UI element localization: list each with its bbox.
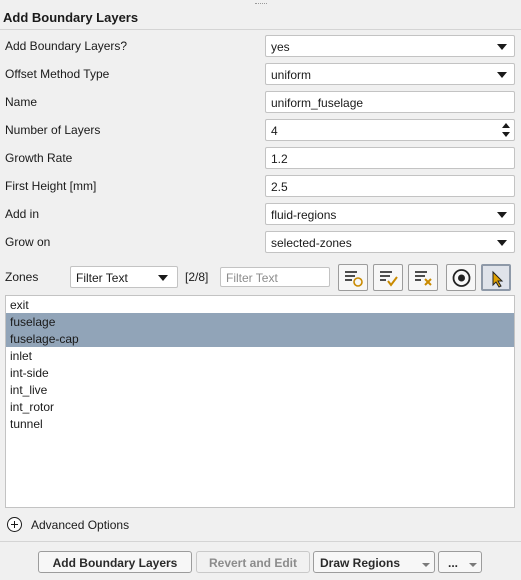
pointer-select-button[interactable] (481, 264, 511, 291)
chevron-down-icon (422, 563, 430, 567)
dropdown-value: Filter Text (76, 271, 128, 285)
advanced-options-label: Advanced Options (31, 518, 130, 532)
field-label: Name (5, 95, 38, 109)
filter-mode-dropdown[interactable]: Filter Text (70, 266, 178, 288)
input-placeholder: Filter Text (226, 271, 278, 285)
zone-list-item[interactable]: int_live (6, 381, 514, 398)
select-all-icon (345, 271, 363, 287)
draw-regions-button[interactable]: Draw Regions (313, 551, 435, 573)
revert-and-edit-button[interactable]: Revert and Edit (196, 551, 310, 573)
field-label: First Height [mm] (5, 179, 97, 193)
field-add-boundary-layers: Add Boundary Layers? yes (0, 34, 521, 60)
grow-on-dropdown[interactable]: selected-zones (265, 231, 515, 253)
deselect-icon (415, 271, 432, 286)
number-of-layers-spinner[interactable]: 4 (265, 119, 515, 141)
zone-list-item[interactable]: tunnel (6, 415, 514, 432)
footer-divider (0, 541, 521, 542)
input-value: uniform_fuselage (271, 96, 364, 110)
first-height-input[interactable]: 2.5 (265, 175, 515, 197)
field-add-in: Add in fluid-regions (0, 202, 521, 228)
zone-list-item[interactable]: int_rotor (6, 398, 514, 415)
button-label: Draw Regions (320, 556, 401, 570)
chevron-down-icon (497, 72, 507, 78)
growth-rate-input[interactable]: 1.2 (265, 147, 515, 169)
zones-listbox[interactable]: exit fuselage fuselage-cap inlet int-side int… (5, 295, 515, 508)
chevron-down-icon (497, 212, 507, 218)
dropdown-value: fluid-regions (271, 208, 337, 222)
add-boundary-layers-dropdown[interactable]: yes (265, 35, 515, 57)
panel-grip[interactable] (0, 0, 521, 6)
pointer-select-icon (492, 270, 504, 288)
field-grow-on: Grow on selected-zones (0, 230, 521, 256)
zone-list-item[interactable]: fuselage (6, 313, 514, 330)
field-first-height: First Height [mm] 2.5 (0, 174, 521, 200)
dropdown-value: uniform (271, 68, 312, 82)
add-in-dropdown[interactable]: fluid-regions (265, 203, 515, 225)
select-all-button[interactable] (338, 264, 368, 291)
input-value: 4 (271, 124, 278, 138)
field-label: Add in (5, 207, 40, 221)
chevron-down-icon (469, 563, 477, 567)
dropdown-value: yes (271, 40, 290, 54)
chevron-down-icon (497, 44, 507, 50)
select-checked-icon (380, 271, 398, 287)
zones-label: Zones (5, 270, 39, 284)
field-label: Growth Rate (5, 151, 73, 165)
field-name: Name uniform_fuselage (0, 90, 521, 116)
zone-list-item[interactable]: exit (6, 296, 514, 313)
zone-list-item[interactable]: int-side (6, 364, 514, 381)
spin-up-icon[interactable] (502, 123, 510, 128)
zone-list-item[interactable]: fuselage-cap (6, 330, 514, 347)
title-divider (0, 29, 521, 30)
deselect-all-button[interactable] (408, 264, 438, 291)
filter-text-input[interactable]: Filter Text (220, 267, 330, 287)
field-label: Offset Method Type (5, 67, 110, 81)
expand-plus-icon[interactable] (7, 517, 22, 532)
field-growth-rate: Growth Rate 1.2 (0, 146, 521, 172)
field-label: Add Boundary Layers? (5, 39, 128, 53)
chevron-down-icon (158, 275, 168, 281)
zone-list-item[interactable]: inlet (6, 347, 514, 364)
input-value: 1.2 (271, 152, 288, 166)
button-label: ... (448, 556, 459, 570)
dropdown-value: selected-zones (271, 236, 352, 250)
target-icon (452, 269, 471, 287)
spin-down-icon[interactable] (502, 132, 510, 137)
more-options-button[interactable]: ... (438, 551, 482, 573)
offset-method-dropdown[interactable]: uniform (265, 63, 515, 85)
input-value: 2.5 (271, 180, 288, 194)
selection-count: [2/8] (185, 270, 209, 284)
add-boundary-layers-button[interactable]: Add Boundary Layers (38, 551, 192, 573)
field-label: Grow on (5, 235, 51, 249)
name-input[interactable]: uniform_fuselage (265, 91, 515, 113)
field-label: Number of Layers (5, 123, 101, 137)
field-number-of-layers: Number of Layers 4 (0, 118, 521, 144)
target-button[interactable] (446, 264, 476, 291)
field-offset-method-type: Offset Method Type uniform (0, 62, 521, 88)
chevron-down-icon (497, 240, 507, 246)
panel-title: Add Boundary Layers (3, 10, 139, 25)
select-checked-button[interactable] (373, 264, 403, 291)
